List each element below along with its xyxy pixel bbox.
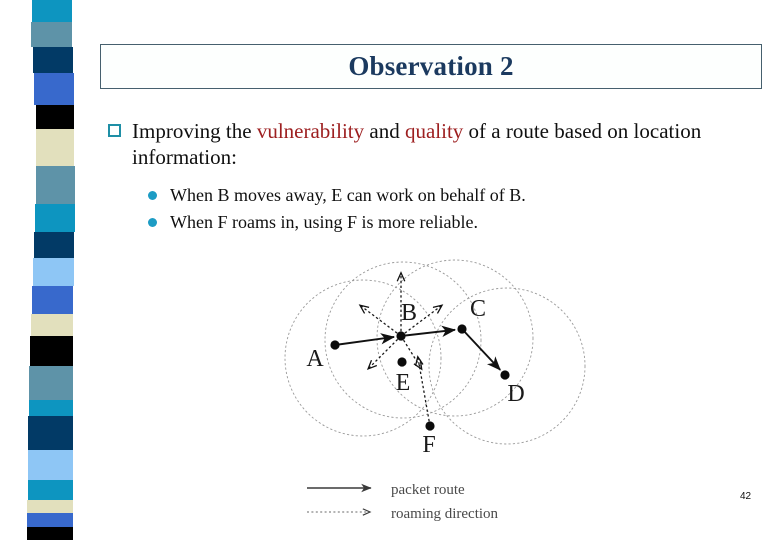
- dot-bullet-icon: [148, 218, 157, 227]
- stripe-band: [29, 366, 73, 400]
- title-box: Observation 2: [100, 44, 762, 89]
- roaming-direction-arrow: [418, 358, 431, 427]
- packet-route-arrows: [334, 325, 501, 371]
- stripe-band: [36, 105, 74, 129]
- stripe-band: [31, 22, 72, 47]
- roaming-direction-arrow: [361, 306, 402, 337]
- legend-item-packet-route: packet route: [305, 478, 605, 502]
- bullet-level1-text: Improving the vulnerability and quality …: [132, 118, 736, 170]
- list-item: When B moves away, E can work on behalf …: [148, 184, 736, 207]
- bullet-text-segment: Improving the: [132, 119, 257, 143]
- stripe-band: [33, 258, 74, 286]
- transmission-range-circles: [284, 259, 586, 445]
- diagram-legend: packet route roaming direction: [305, 478, 605, 526]
- stripe-band: [34, 73, 74, 105]
- square-bullet-marker: [106, 118, 132, 137]
- square-bullet-icon: [108, 124, 121, 137]
- stripe-band: [36, 166, 75, 204]
- legend-label: roaming direction: [391, 505, 499, 522]
- bullet-text-segment: and: [364, 119, 405, 143]
- stripe-band: [36, 129, 74, 166]
- stripe-band: [28, 480, 73, 500]
- packet-route-arrow: [334, 333, 396, 346]
- stripe-band: [35, 204, 75, 232]
- dot-bullet-marker: [148, 184, 170, 200]
- network-node-label: B: [401, 300, 417, 326]
- network-topology-diagram: A B C D E F: [275, 248, 605, 488]
- dotted-arrow-icon: [305, 505, 383, 524]
- network-node-label: C: [470, 296, 486, 322]
- stripe-band: [27, 513, 73, 527]
- page-number: 42: [740, 491, 752, 502]
- dot-bullet-icon: [148, 191, 157, 200]
- network-node-label: E: [396, 370, 411, 396]
- slide-canvas: Observation 2 Improving the vulnerabilit…: [0, 0, 780, 540]
- dot-bullet-marker: [148, 211, 170, 227]
- stripe-band: [29, 400, 73, 416]
- network-node-dot: [425, 421, 435, 431]
- stripe-band: [28, 450, 73, 480]
- roaming-direction-arrows: [361, 274, 441, 427]
- stripe-band: [28, 416, 73, 450]
- sub-bullet-list: When B moves away, E can work on behalf …: [148, 184, 736, 234]
- network-node-label: D: [507, 381, 524, 407]
- solid-arrow-icon: [305, 481, 383, 500]
- decorative-stripe-bar: [0, 0, 90, 540]
- network-node-dot: [457, 324, 467, 334]
- stripe-band: [33, 47, 73, 73]
- network-nodes: A B C D E F: [306, 296, 524, 458]
- legend-item-roaming-direction: roaming direction: [305, 502, 605, 526]
- stripe-band: [27, 527, 73, 540]
- network-node-dot: [397, 357, 407, 367]
- bullet-level1: Improving the vulnerability and quality …: [106, 118, 736, 170]
- page-title: Observation 2: [348, 51, 514, 81]
- network-node-dot: [500, 370, 510, 380]
- stripe-band: [32, 0, 72, 22]
- network-node-dot: [330, 340, 340, 350]
- legend-label: packet route: [391, 481, 465, 498]
- stripe-band: [30, 336, 73, 366]
- network-node-label: A: [306, 346, 324, 372]
- highlighted-term: vulnerability: [256, 119, 365, 143]
- highlighted-term: quality: [404, 119, 464, 143]
- network-node-dot: [396, 331, 406, 341]
- stripe-band: [34, 232, 74, 258]
- stripe-band: [32, 286, 73, 314]
- list-item: When F roams in, using F is more reliabl…: [148, 211, 736, 234]
- stripe-band: [31, 314, 73, 336]
- sub-bullet-text: When F roams in, using F is more reliabl…: [170, 212, 478, 232]
- slide-body: Improving the vulnerability and quality …: [106, 118, 736, 238]
- sub-bullet-text: When B moves away, E can work on behalf …: [170, 185, 526, 205]
- roaming-direction-arrow: [369, 335, 402, 368]
- network-diagram-svg: A B C D E F: [284, 259, 586, 458]
- transmission-range-circle: [428, 287, 586, 445]
- stripe-band: [27, 500, 73, 513]
- network-node-label: F: [422, 432, 435, 458]
